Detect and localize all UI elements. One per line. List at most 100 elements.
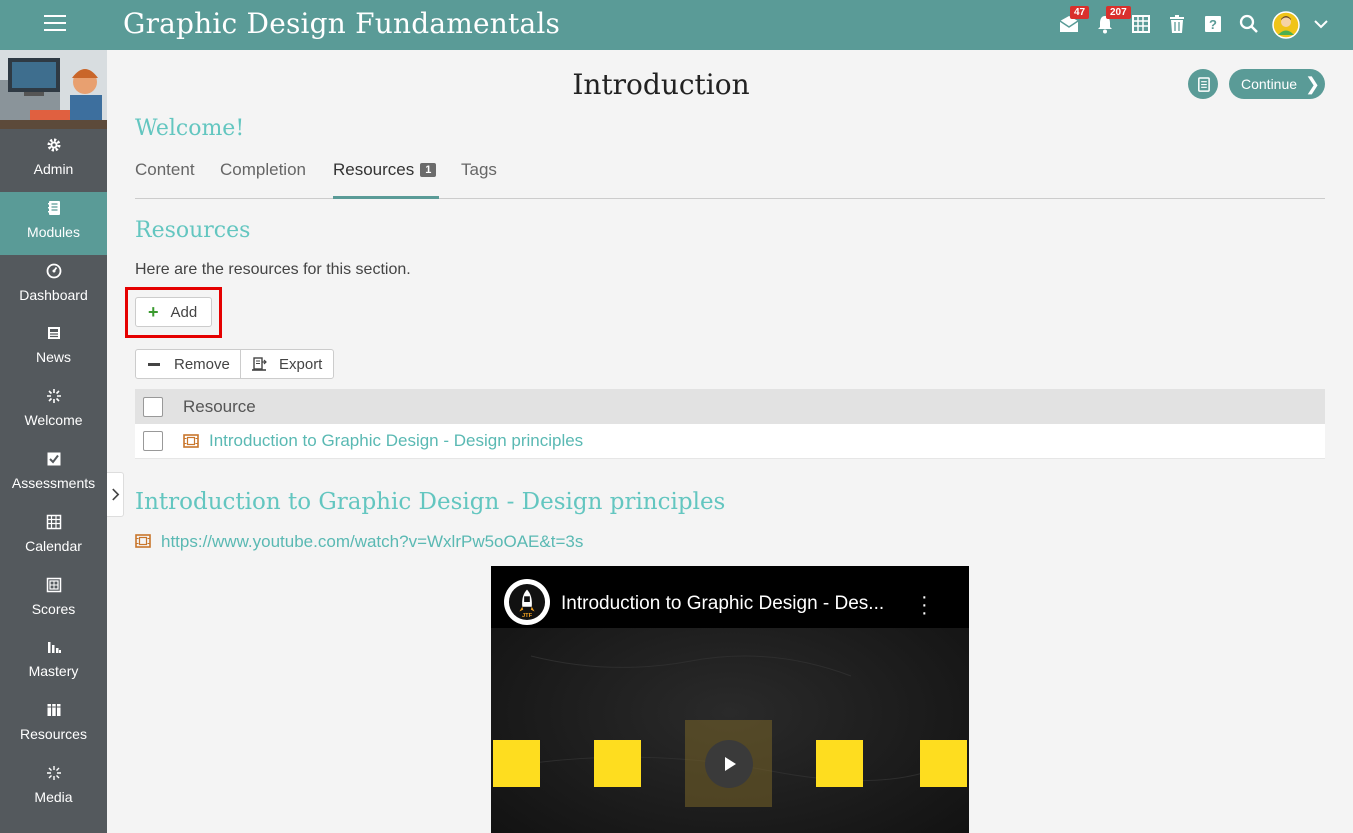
tab-resources[interactable]: Resources 1 (333, 160, 439, 199)
course-thumbnail[interactable] (0, 50, 107, 129)
app-title: Graphic Design Fundamentals (123, 7, 561, 40)
page-title: Introduction (572, 68, 750, 101)
gear-icon (0, 137, 107, 157)
table-row: Introduction to Graphic Design - Design … (135, 424, 1325, 459)
resources-heading: Resources (135, 218, 251, 243)
add-button[interactable]: + Add (135, 297, 212, 327)
remove-button[interactable]: Remove (136, 350, 241, 378)
avatar[interactable] (1272, 11, 1300, 39)
chevron-down-icon[interactable] (1310, 13, 1332, 35)
messages-badge: 47 (1070, 6, 1090, 19)
svg-text:?: ? (1209, 17, 1217, 32)
resource-url-link[interactable]: https://www.youtube.com/watch?v=WxlrPw5o… (135, 532, 583, 552)
sidebar-item-welcome[interactable]: Welcome (0, 380, 107, 443)
select-all-checkbox[interactable] (143, 396, 163, 417)
notifications-badge: 207 (1106, 6, 1131, 19)
gauge-icon (0, 263, 107, 283)
tab-bar: Content Completion Resources 1 Tags (135, 160, 1325, 199)
tab-label: Tags (461, 160, 497, 179)
resource-link[interactable]: Introduction to Graphic Design - Design … (209, 431, 583, 451)
sidebar-item-label: Resources (20, 726, 87, 743)
top-bar: Graphic Design Fundamentals 47 207 ? (0, 0, 1353, 50)
sidebar-item-mastery[interactable]: Mastery (0, 631, 107, 694)
help-icon[interactable]: ? (1202, 13, 1224, 35)
tab-completion[interactable]: Completion (220, 160, 306, 199)
sidebar-item-label: Modules (27, 223, 80, 240)
tab-count-badge: 1 (420, 163, 437, 177)
sidebar-item-label: Assessments (11, 474, 96, 491)
tab-content[interactable]: Content (135, 160, 195, 199)
minus-icon (148, 362, 160, 366)
hamburger-menu-icon[interactable] (44, 15, 66, 33)
video-player[interactable]: JTF Introduction to Graphic Design - Des… (491, 566, 969, 833)
sidebar-item-label: Media (34, 788, 73, 805)
play-icon (704, 739, 753, 788)
resource-detail-title: Introduction to Graphic Design - Design … (135, 489, 726, 515)
resources-description: Here are the resources for this section. (135, 261, 411, 278)
sidebar-item-assessments[interactable]: Assessments (0, 443, 107, 506)
tab-label: Content (135, 160, 195, 179)
channel-logo[interactable]: JTF (504, 579, 550, 625)
sidebar-item-dashboard[interactable]: Dashboard (0, 255, 107, 318)
resources-table: Resource Introduction to Graphic Design … (135, 389, 1325, 459)
video-header: JTF Introduction to Graphic Design - Des… (491, 566, 969, 628)
table-header: Resource (135, 389, 1325, 424)
yellow-square (594, 740, 641, 787)
main-content: Introduction Continue ❯ Welcome! Content… (107, 50, 1353, 833)
bar-chart-icon (0, 639, 107, 659)
notebook-button[interactable] (1188, 69, 1218, 99)
sidebar-item-modules[interactable]: Modules (0, 191, 107, 255)
sidebar-item-label: Scores (31, 600, 76, 617)
bell-icon[interactable]: 207 (1094, 6, 1131, 35)
film-icon (135, 534, 151, 548)
yellow-square (493, 740, 540, 787)
tab-label: Completion (220, 160, 306, 179)
remove-label: Remove (174, 355, 230, 373)
export-label: Export (279, 355, 323, 373)
sidebar-item-scores[interactable]: Scores (0, 569, 107, 632)
continue-label: Continue (1241, 76, 1298, 92)
media-icon (0, 765, 107, 785)
tab-tags[interactable]: Tags (461, 160, 497, 199)
calendar-icon (0, 514, 107, 534)
export-button[interactable]: Export (241, 350, 322, 378)
film-icon (183, 434, 199, 448)
yellow-square (816, 740, 863, 787)
sidebar-item-news[interactable]: News (0, 317, 107, 380)
sidebar-item-label: Calendar (25, 537, 82, 554)
play-button[interactable] (685, 720, 772, 807)
yellow-square (920, 740, 967, 787)
sidebar-item-label: News (35, 349, 71, 366)
export-icon (252, 357, 267, 371)
scores-icon (0, 577, 107, 597)
sidebar-item-label: Dashboard (19, 286, 88, 303)
sidebar-item-label: Admin (33, 161, 74, 177)
action-button-group: Remove Export (135, 349, 334, 379)
resource-url: https://www.youtube.com/watch?v=WxlrPw5o… (161, 532, 584, 551)
sidebar-item-label: Mastery (28, 663, 79, 680)
books-icon (0, 702, 107, 722)
more-options-icon[interactable]: · · · (921, 587, 928, 623)
trash-icon[interactable] (1166, 13, 1188, 35)
continue-button[interactable]: Continue ❯ (1229, 69, 1325, 99)
notebook-icon (1197, 76, 1210, 92)
messages-icon[interactable]: 47 (1058, 6, 1090, 35)
add-label: Add (170, 303, 198, 321)
tab-label: Resources (333, 160, 415, 179)
sidebar-item-admin[interactable]: Admin (0, 129, 107, 192)
search-icon[interactable] (1238, 13, 1260, 35)
sidebar-item-calendar[interactable]: Calendar (0, 506, 107, 569)
sidebar-item-media[interactable]: Media (0, 757, 107, 820)
svg-text:JTF: JTF (522, 613, 533, 619)
newspaper-icon (0, 325, 107, 345)
calendar-icon[interactable] (1130, 13, 1152, 35)
plus-icon: + (148, 301, 159, 322)
rocket-icon: JTF (508, 583, 546, 621)
row-checkbox[interactable] (143, 431, 163, 451)
checkbox-icon (0, 451, 107, 471)
sparkle-icon (0, 388, 107, 408)
section-title: Welcome! (135, 116, 245, 141)
sidebar-item-resources[interactable]: Resources (0, 694, 107, 757)
video-title: Introduction to Graphic Design - Des... (561, 593, 885, 614)
chevron-right-icon: ❯ (1305, 73, 1321, 94)
